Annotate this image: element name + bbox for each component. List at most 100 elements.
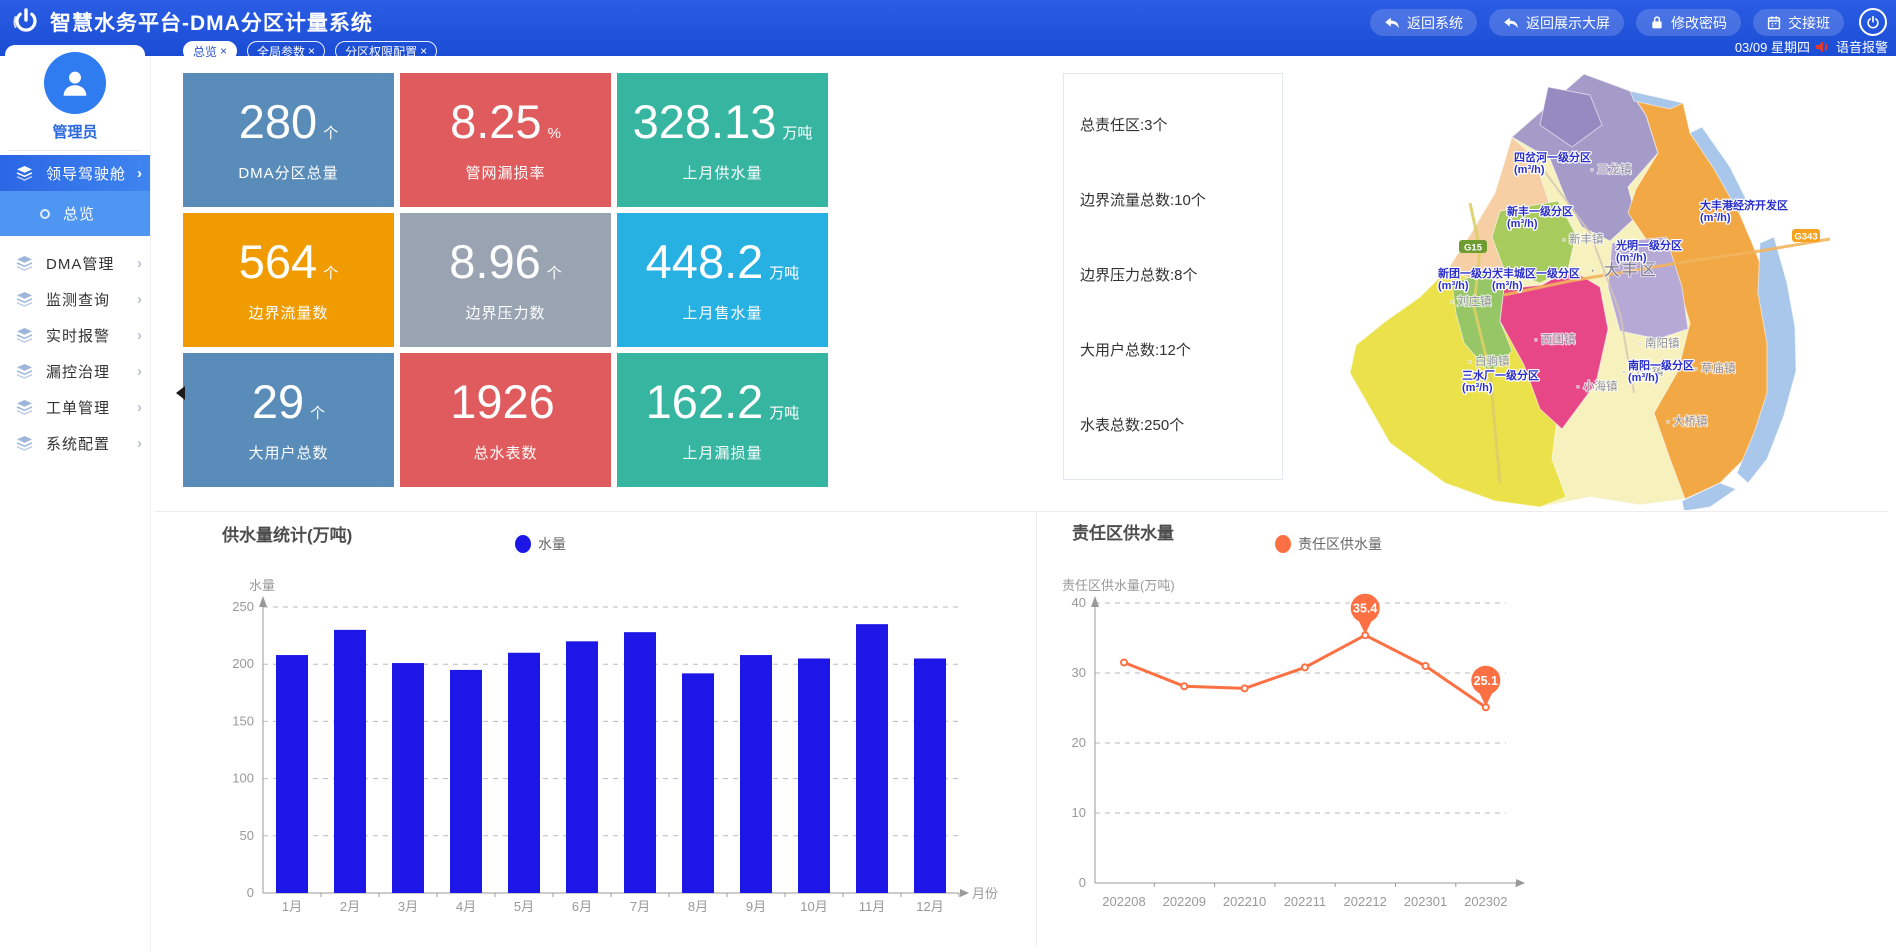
line-chart: 责任区供水量责任区供水量责任区供水量(万吨)010203040202208202… [1040,515,1896,951]
stat-card-管网漏损率: 8.25% 管网漏损率 [400,73,611,207]
tab-全局参数[interactable]: 全局参数× [247,41,325,61]
bar-chart: 供水量统计(万吨)水量水量050100150200250月份1月2月3月4月5月… [150,515,1050,951]
zone-unit: (m³/h) [1492,280,1523,292]
chevron-right-icon: › [137,291,142,308]
zone-unit: (m³/h) [1628,372,1659,384]
layers-icon [16,292,33,307]
district-map[interactable]: G15G343· 三龙镇· 新丰镇· 大丰区· 刘庄镇· 西团镇· 白驹镇· 小… [1290,62,1890,510]
voice-alarm-label[interactable]: 语音报警 [1836,37,1888,56]
stat-card-总水表数: 1926总水表数 [400,353,611,487]
stat-value: 29 [252,378,304,425]
stat-value: 328.13 [633,98,777,145]
bar-6月 [566,641,598,893]
header-button-0[interactable]: 返回系统 [1370,9,1477,36]
tab-label: 分区权限配置 [345,43,417,60]
zone-label-新丰一级分区: 新丰一级分区 [1507,204,1573,218]
sidebar-item-工单管理[interactable]: 工单管理› [0,389,150,425]
summary-item-2: 边界压力总数:8个 [1080,264,1276,285]
town-label-三龙镇: · 三龙镇 [1590,162,1632,176]
bar-2月 [334,630,366,893]
stat-unit: % [548,125,561,142]
sidebar-item-label: 领导驾驶舱 [46,163,137,184]
layers-icon [16,400,33,415]
stat-unit: 个 [323,262,338,283]
stat-label: 边界流量数 [248,302,328,323]
summary-item-0: 总责任区:3个 [1080,114,1276,135]
bar-y-tick: 0 [247,885,254,900]
data-point-202210 [1242,685,1248,691]
line-y-tick: 20 [1072,735,1086,750]
header-button-1[interactable]: 返回展示大屏 [1489,9,1624,36]
line-x-label: 202210 [1223,894,1266,909]
sidebar-item-label: 工单管理 [46,397,137,418]
zone-unit: (m³/h) [1438,280,1469,292]
tab-总览[interactable]: 总览× [183,41,237,61]
header-button-3[interactable]: 交接班 [1753,9,1844,36]
sidebar-item-label: 漏控治理 [46,361,137,382]
sidebar-subitem-总览[interactable]: 总览 [0,191,150,236]
stat-value: 448.2 [646,238,764,285]
chevron-right-icon: › [137,327,142,344]
sidebar-subitem-label: 总览 [63,203,95,224]
stat-card-边界压力数: 8.96个边界压力数 [400,213,611,347]
sidebar-item-漏控治理[interactable]: 漏控治理› [0,353,150,389]
line-chart-title: 责任区供水量 [1072,523,1174,543]
sidebar-item-系统配置[interactable]: 系统配置› [0,425,150,461]
data-point-202208 [1121,660,1127,666]
sidebar-item-DMA管理[interactable]: DMA管理› [0,245,150,281]
sidebar-item-领导驾驶舱[interactable]: 领导驾驶舱› [0,155,150,191]
y-axis-arrow [1091,596,1099,607]
tab-close-icon[interactable]: × [420,44,427,58]
data-point-202211 [1302,664,1308,670]
y-axis-arrow [259,596,267,607]
zone-label-四岔河一级分区: 四岔河一级分区 [1514,150,1591,164]
app-root: 智慧水务平台-DMA分区计量系统 返回系统返回展示大屏修改密码交接班 03/09… [0,0,1896,951]
tab-close-icon[interactable]: × [308,44,315,58]
bar-1月 [276,655,308,893]
line-x-label: 202302 [1464,894,1507,909]
bar-4月 [450,670,482,893]
bar-legend-marker[interactable] [515,535,531,553]
stat-card-边界流量数: 564个边界流量数 [183,213,394,347]
bar-y-tick: 250 [232,599,254,614]
bar-legend-label: 水量 [538,536,566,552]
user-name: 管理员 [5,121,145,142]
stat-label: 上月供水量 [682,162,762,183]
line-legend-marker[interactable] [1275,535,1291,553]
chevron-right-icon: › [137,399,142,416]
line-x-label: 202211 [1284,894,1326,909]
sidebar-item-实时报警[interactable]: 实时报警› [0,317,150,353]
line-x-label: 202301 [1404,894,1447,909]
zone-label-光明一级分区: 光明一级分区 [1615,238,1682,252]
header-button-2[interactable]: 修改密码 [1636,9,1741,36]
power-button[interactable] [1859,8,1887,36]
tab-分区权限配置[interactable]: 分区权限配置× [335,41,437,61]
brand: 智慧水务平台-DMA分区计量系统 [10,6,373,38]
calendar-icon [1767,15,1781,30]
stat-value: 280 [239,98,317,145]
stat-unit: 万吨 [769,402,799,423]
sidebar-item-监测查询[interactable]: 监测查询› [0,281,150,317]
bar-x-label: 4月 [456,899,476,914]
page-title: 智慧水务平台-DMA分区计量系统 [50,7,373,37]
zone-unit: (m³/h) [1514,164,1545,176]
layers-icon [16,166,33,181]
bar-x-label: 3月 [398,899,418,914]
sidebar-collapse-icon[interactable] [176,386,185,400]
x-axis-arrow [960,889,969,897]
zone-unit: (m³/h) [1507,218,1538,230]
town-label-小海镇: · 小海镇 [1576,379,1618,393]
stat-unit: 万吨 [769,262,799,283]
stat-value: 8.25 [450,98,541,145]
sidebar-item-label: 实时报警 [46,325,137,346]
stat-value: 8.96 [449,238,540,285]
layers-icon [16,328,33,343]
tab-close-icon[interactable]: × [220,44,227,58]
sidebar-item-label: 系统配置 [46,433,137,454]
stat-cards-grid: 280个DMA分区总量8.25%管网漏损率328.13万吨上月供水量564个边界… [183,73,828,487]
header-buttons: 返回系统返回展示大屏修改密码交接班 [1370,9,1844,36]
stat-card-DMA分区总量: 280个DMA分区总量 [183,73,394,207]
sidebar-divider [8,150,142,151]
stat-label: 管网漏损率 [465,162,545,183]
zone-label-大丰港经济开发区: 大丰港经济开发区 [1700,198,1788,212]
